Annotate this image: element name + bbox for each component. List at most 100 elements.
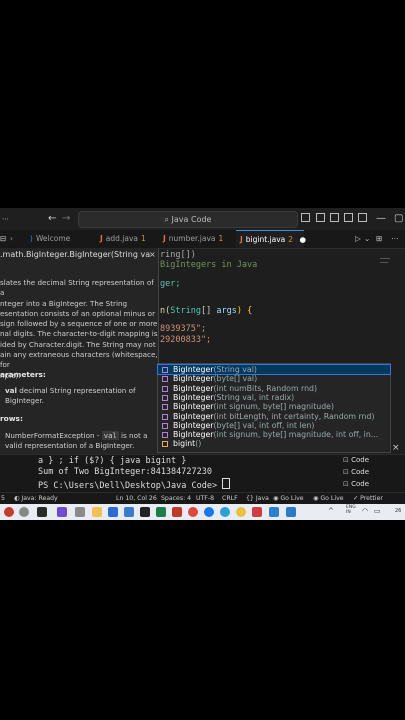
terminal-name: Code: [351, 468, 370, 476]
toggle-sidebar-icon[interactable]: [316, 213, 325, 222]
more-actions-icon[interactable]: ⋯: [391, 230, 399, 248]
taskbar-opera-icon[interactable]: [188, 507, 198, 517]
taskbar-edge-icon[interactable]: [220, 507, 230, 517]
close-panel-icon[interactable]: ×: [392, 443, 400, 453]
taskbar-chat-icon[interactable]: [57, 507, 67, 517]
suggestion-item[interactable]: BigInteger(int signum, byte[] magnitude): [158, 402, 390, 411]
terminal-list-item[interactable]: ⊡ Code: [343, 468, 403, 476]
constructor-icon: [162, 394, 168, 401]
suggestion-args: (String val): [213, 365, 257, 374]
back-arrow-icon[interactable]: ←: [48, 208, 56, 230]
suggestion-item[interactable]: BigInteger(int signum, byte[] magnitude,…: [158, 430, 390, 439]
split-editor-icon[interactable]: ⊟: [0, 230, 6, 248]
terminal-icon: ⊡: [343, 456, 352, 464]
title-bar: ⋯ ← → ⌕ Java Code — ▢: [0, 208, 405, 230]
status-label: Go Live: [320, 495, 344, 502]
menu-icon[interactable]: ⋯: [2, 208, 9, 230]
throws-text: is not a: [121, 431, 148, 440]
suggestion-item[interactable]: BigInteger(int numBits, Random rnd): [158, 384, 390, 393]
battery-icon[interactable]: ▭: [374, 507, 381, 515]
minimize-icon[interactable]: —: [376, 208, 386, 230]
minimap-line: [380, 258, 390, 259]
command-center-search[interactable]: ⌕ Java Code: [78, 211, 298, 228]
suggestion-item[interactable]: BigInteger(int bitLength, int certainty,…: [158, 412, 390, 421]
java-file-icon: J: [240, 235, 243, 244]
prompt-text: PS C:\Users\Dell\Desktop\Java Code>: [38, 481, 218, 491]
toggle-secondary-sidebar-icon[interactable]: [344, 213, 353, 222]
taskbar-settings-icon[interactable]: [75, 507, 85, 517]
constructor-icon: [162, 376, 168, 383]
taskbar-vscode-icon[interactable]: [269, 507, 279, 517]
code-line-main[interactable]: n(String[] args) {: [160, 306, 252, 316]
suggestion-item[interactable]: BigInteger(byte[] val): [158, 374, 390, 383]
close-hover-icon[interactable]: ×: [149, 248, 156, 262]
taskbar-facebook-icon[interactable]: [204, 507, 214, 517]
tab-bigint-java[interactable]: Jbigint.java 2 ●: [236, 230, 306, 248]
suggestion-name: BigInteger: [173, 365, 214, 374]
tab-welcome[interactable]: ⟩ Welcome: [30, 230, 92, 248]
suggestion-name: BigInteger: [173, 392, 214, 402]
tab-number-java[interactable]: Jnumber.java 1: [163, 230, 229, 248]
suggestion-name: BigInteger: [173, 411, 214, 421]
java-file-icon: J: [163, 234, 166, 243]
suggestion-args: (int signum, byte[] magnitude): [213, 402, 335, 412]
wifi-icon[interactable]: ◠: [362, 507, 368, 515]
terminal-line: a } ; if ($?) { java bigint }: [38, 456, 187, 466]
code-line-string-2[interactable]: 29200833";: [160, 335, 211, 345]
code-token: []: [200, 306, 212, 316]
taskbar-excel-icon[interactable]: [156, 507, 166, 517]
desc-line: sign followed by a sequence of one or mo…: [0, 319, 158, 329]
inline-code: val: [101, 431, 119, 440]
suggestion-item[interactable]: BigInteger(String val, int radix): [158, 393, 390, 402]
taskbar-powerpoint-icon[interactable]: [172, 507, 182, 517]
suggestion-item[interactable]: bigint(): [158, 439, 390, 448]
terminal-icon: ⊡: [343, 480, 352, 488]
forward-arrow-icon[interactable]: →: [62, 208, 70, 230]
tab-label: Welcome: [35, 234, 71, 243]
suggestion-item[interactable]: BigInteger(String val): [157, 363, 391, 376]
run-play-icon[interactable]: ▷: [355, 230, 361, 248]
taskbar-task-view-icon[interactable]: [37, 507, 47, 517]
taskbar-pdf-icon[interactable]: [252, 507, 262, 517]
code-line-import[interactable]: ger;: [160, 279, 180, 289]
suggestion-name: bigint: [173, 439, 196, 449]
command-center-label: Java Code: [171, 215, 212, 224]
tab-add-java[interactable]: Jadd.java 1: [100, 230, 156, 248]
code-line-1[interactable]: ring[]): [160, 250, 196, 260]
code-token: n(: [160, 306, 171, 316]
maximize-icon[interactable]: ▢: [394, 208, 403, 230]
tab-label: bigint.java: [245, 235, 286, 244]
taskbar-mail-icon[interactable]: [124, 507, 134, 517]
autocomplete-suggestions: BigInteger(String val) BigInteger(byte[]…: [157, 363, 391, 453]
clock[interactable]: 26: [395, 508, 401, 514]
tab-overflow-chevron-icon[interactable]: ›: [10, 230, 13, 248]
suggestion-item[interactable]: BigInteger(byte[] val, int off, int len): [158, 421, 390, 430]
run-dropdown-icon[interactable]: ⌄: [364, 230, 370, 248]
taskbar-chrome-icon[interactable]: [236, 507, 246, 517]
taskbar-explorer-icon[interactable]: [92, 507, 102, 517]
taskbar-store-icon[interactable]: [108, 507, 118, 517]
tray-chevron-icon[interactable]: ^: [328, 507, 334, 515]
toggle-panel-icon[interactable]: [330, 213, 339, 222]
vscode-window: ⋯ ← → ⌕ Java Code — ▢ ⊟ › ⟩ Welcome Jadd.…: [0, 208, 405, 520]
minimap-line: [380, 262, 388, 263]
customize-layout-icon[interactable]: [358, 213, 367, 222]
taskbar-search-icon[interactable]: [19, 507, 29, 517]
code-line-comment[interactable]: BigIntegers in Java: [160, 260, 257, 270]
unsaved-dot-icon[interactable]: ●: [299, 235, 306, 244]
desc-line: ided by Character.digit. The String may …: [0, 339, 156, 349]
taskbar-media-icon[interactable]: [140, 507, 150, 517]
split-editor-right-icon[interactable]: ⊞: [376, 230, 382, 248]
taskbar-word-icon[interactable]: [286, 507, 296, 517]
terminal-panel[interactable]: a } ; if ($?) { java bigint } Sum of Two…: [0, 443, 405, 493]
taskbar-app-icon[interactable]: [4, 507, 14, 517]
terminal-name: Code: [351, 480, 370, 488]
tab-label: add.java: [105, 234, 139, 243]
terminal-list-item[interactable]: ⊡ Code: [343, 480, 403, 488]
code-line-string-1[interactable]: 8939375";: [160, 324, 206, 334]
constructor-icon: [162, 422, 168, 429]
terminal-list-item[interactable]: ⊡ Code: [343, 456, 403, 464]
copilot-icon[interactable]: [301, 213, 310, 222]
constructor-icon: [162, 432, 168, 439]
language-indicator[interactable]: ENG IN: [346, 505, 356, 515]
